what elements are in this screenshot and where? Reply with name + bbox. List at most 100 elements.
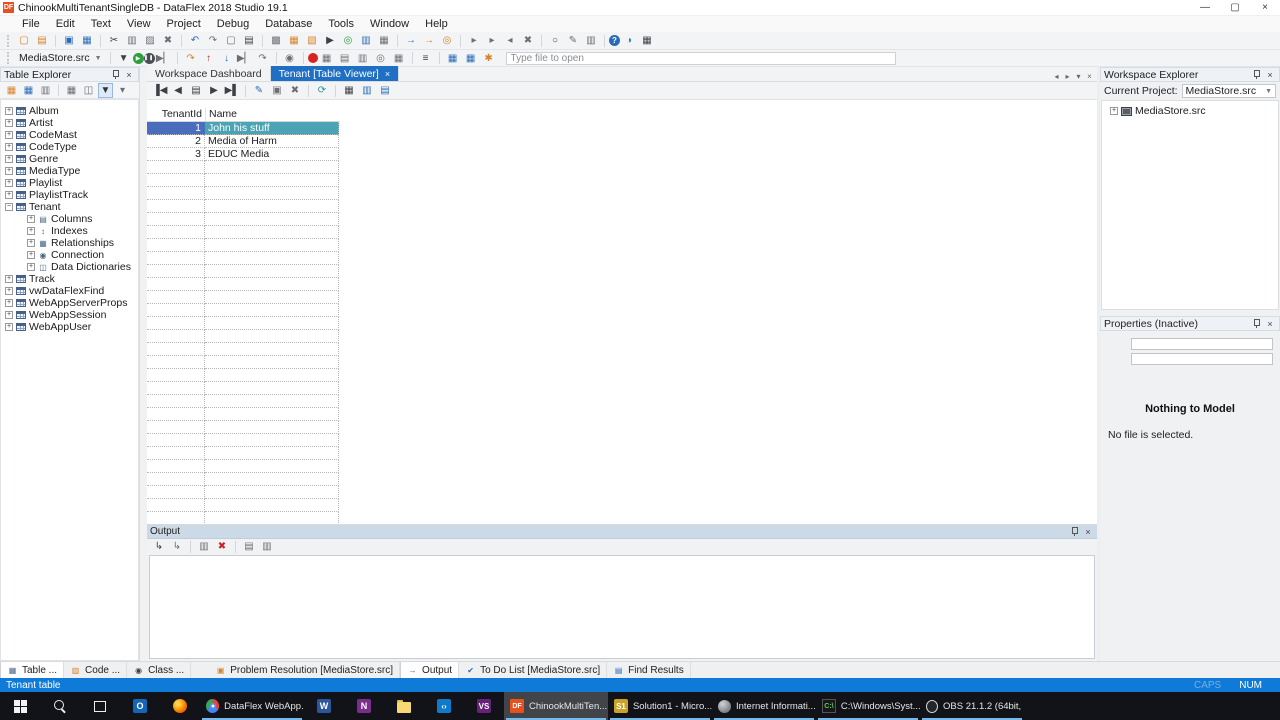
taskbar-search-button[interactable] xyxy=(40,692,80,720)
menu-window[interactable]: Window xyxy=(362,17,417,31)
next-message-icon[interactable]: ↳ xyxy=(151,539,167,554)
step-into-icon[interactable]: ▶▏ xyxy=(156,51,172,66)
bookmark-next-icon[interactable]: ▸ xyxy=(484,33,500,48)
left-splitter[interactable] xyxy=(140,67,147,661)
taskbar-visual-studio[interactable]: VS xyxy=(464,692,504,720)
expand-icon[interactable]: + xyxy=(27,239,35,247)
taskbar-command-prompt[interactable]: C:\ C:\Windows\Syst... xyxy=(816,692,920,720)
tree-item-genre[interactable]: + Genre xyxy=(1,153,138,165)
menu-tools[interactable]: Tools xyxy=(320,17,362,31)
refresh-icon[interactable]: ⟳ xyxy=(314,83,330,98)
grid-view-icon[interactable]: ▦ xyxy=(341,83,357,98)
save-icon[interactable]: ▣ xyxy=(61,33,77,48)
tree-item-webappserverprops[interactable]: + WebAppServerProps xyxy=(1,297,138,309)
expand-icon[interactable]: + xyxy=(5,167,13,175)
copy-icon[interactable]: ▥ xyxy=(124,33,140,48)
copy-output-icon[interactable]: ▥ xyxy=(196,539,212,554)
tab-close-icon[interactable]: × xyxy=(385,69,390,79)
menu-debug[interactable]: Debug xyxy=(209,17,257,31)
expand-icon[interactable]: + xyxy=(5,143,13,151)
stop-icon[interactable]: ◉ xyxy=(282,51,298,66)
taskbar-firefox[interactable] xyxy=(160,692,200,720)
property-object-field[interactable] xyxy=(1131,338,1273,350)
select-icon[interactable]: ▢ xyxy=(223,33,239,48)
column-header-tenantid[interactable]: TenantId xyxy=(147,108,205,121)
tree-item-mediastore-src[interactable]: + MediaStore.src xyxy=(1106,105,1278,117)
database-builder-icon[interactable]: ▦ xyxy=(376,33,392,48)
find-icon[interactable]: ○ xyxy=(547,33,563,48)
collapse-icon[interactable]: − xyxy=(5,203,13,211)
cascade-windows-icon[interactable]: ▩ xyxy=(268,33,284,48)
expand-icon[interactable]: + xyxy=(27,215,35,223)
menu-database[interactable]: Database xyxy=(257,17,320,31)
pin-icon[interactable] xyxy=(1250,69,1262,80)
close-icon[interactable]: × xyxy=(1264,318,1276,329)
edit-record-icon[interactable]: ✎ xyxy=(251,83,267,98)
find-advanced-icon[interactable]: ◎ xyxy=(439,33,455,48)
taskbar-file-explorer[interactable] xyxy=(384,692,424,720)
tree-item-track[interactable]: + Track xyxy=(1,273,138,285)
tree-item-codemast[interactable]: + CodeMast xyxy=(1,129,138,141)
expand-icon[interactable]: + xyxy=(1110,107,1118,115)
property-class-field[interactable] xyxy=(1131,353,1273,365)
replace-icon[interactable]: ✎ xyxy=(565,33,581,48)
close-button[interactable]: × xyxy=(1250,0,1280,15)
expand-icon[interactable]: + xyxy=(27,263,35,271)
tab-tenant-table-viewer[interactable]: Tenant [Table Viewer] × xyxy=(271,66,399,81)
menu-text[interactable]: Text xyxy=(83,17,119,31)
webapp-icon[interactable]: ◎ xyxy=(340,33,356,48)
task-view-button[interactable] xyxy=(80,692,120,720)
taskbar-onenote[interactable]: N xyxy=(344,692,384,720)
expand-icon[interactable]: + xyxy=(5,299,13,307)
expand-icon[interactable]: + xyxy=(5,131,13,139)
undo-icon[interactable]: ↶ xyxy=(187,33,203,48)
tree-item-webappuser[interactable]: + WebAppUser xyxy=(1,321,138,333)
grid-empty-rows[interactable] xyxy=(147,161,340,524)
minimize-button[interactable]: — xyxy=(1190,0,1220,15)
pivot-view-icon[interactable]: ▥ xyxy=(359,83,375,98)
last-record-icon[interactable]: ▶▌ xyxy=(224,83,240,98)
paste-icon[interactable]: ▨ xyxy=(142,33,158,48)
start-button[interactable] xyxy=(0,692,40,720)
grid-row[interactable]: 2 Media of Harm xyxy=(147,135,340,148)
list-icon[interactable]: ≡ xyxy=(418,51,434,66)
bookmark-clear-icon[interactable]: ✖ xyxy=(520,33,536,48)
pin-icon[interactable] xyxy=(109,69,121,80)
menu-project[interactable]: Project xyxy=(159,17,209,31)
preview-icon[interactable]: ◎ xyxy=(373,51,389,66)
compile-icon[interactable]: ▼ xyxy=(116,51,132,66)
tree-item-tenant-connection[interactable]: + ◉ Connection xyxy=(1,249,138,261)
window-b-icon[interactable]: ▥ xyxy=(355,51,371,66)
tree-item-playlisttrack[interactable]: + PlaylistTrack xyxy=(1,189,138,201)
new-file-icon[interactable]: ▢ xyxy=(16,33,32,48)
scroll-tabs-left-icon[interactable]: ◂ xyxy=(1051,72,1062,81)
taskbar-vscode[interactable]: ‹› xyxy=(424,692,464,720)
deploy-icon[interactable]: → xyxy=(403,33,419,48)
usage-icon[interactable]: ◑ xyxy=(621,33,637,48)
table-grid-icon[interactable]: ▦ xyxy=(639,33,655,48)
run-icon[interactable]: ▶ xyxy=(133,53,144,64)
menu-view[interactable]: View xyxy=(119,17,159,31)
window-a-icon[interactable]: ▤ xyxy=(337,51,353,66)
pause-icon[interactable]: ❚❚ xyxy=(144,53,155,64)
print-icon[interactable]: ▤ xyxy=(241,33,257,48)
expand-icon[interactable]: + xyxy=(27,251,35,259)
new-table-icon[interactable]: ▦ xyxy=(4,83,19,98)
tree-item-vwdataflexfind[interactable]: + vwDataFlexFind xyxy=(1,285,138,297)
cut-icon[interactable]: ✂ xyxy=(106,33,122,48)
open-file-input[interactable] xyxy=(506,52,896,65)
menu-edit[interactable]: Edit xyxy=(48,17,83,31)
tab-workspace-dashboard[interactable]: Workspace Dashboard xyxy=(147,66,271,81)
taskbar-dataflex-studio[interactable]: DF ChinookMultiTen... xyxy=(504,692,608,720)
find-in-files-icon[interactable]: ▥ xyxy=(583,33,599,48)
clear-output-icon[interactable]: ✖ xyxy=(214,539,230,554)
expand-icon[interactable]: + xyxy=(5,323,13,331)
maximize-button[interactable]: ▢ xyxy=(1220,0,1250,15)
run-to-cursor-icon[interactable]: ▶▏ xyxy=(237,51,253,66)
database-icon[interactable]: ▾ xyxy=(115,83,130,98)
dashboard-icon[interactable]: ▦ xyxy=(286,33,302,48)
taskbar-iis[interactable]: Internet Informati... xyxy=(712,692,816,720)
expand-icon[interactable]: + xyxy=(5,275,13,283)
expand-icon[interactable]: + xyxy=(5,179,13,187)
tab-code-explorer[interactable]: ▧ Code ... xyxy=(64,662,127,678)
